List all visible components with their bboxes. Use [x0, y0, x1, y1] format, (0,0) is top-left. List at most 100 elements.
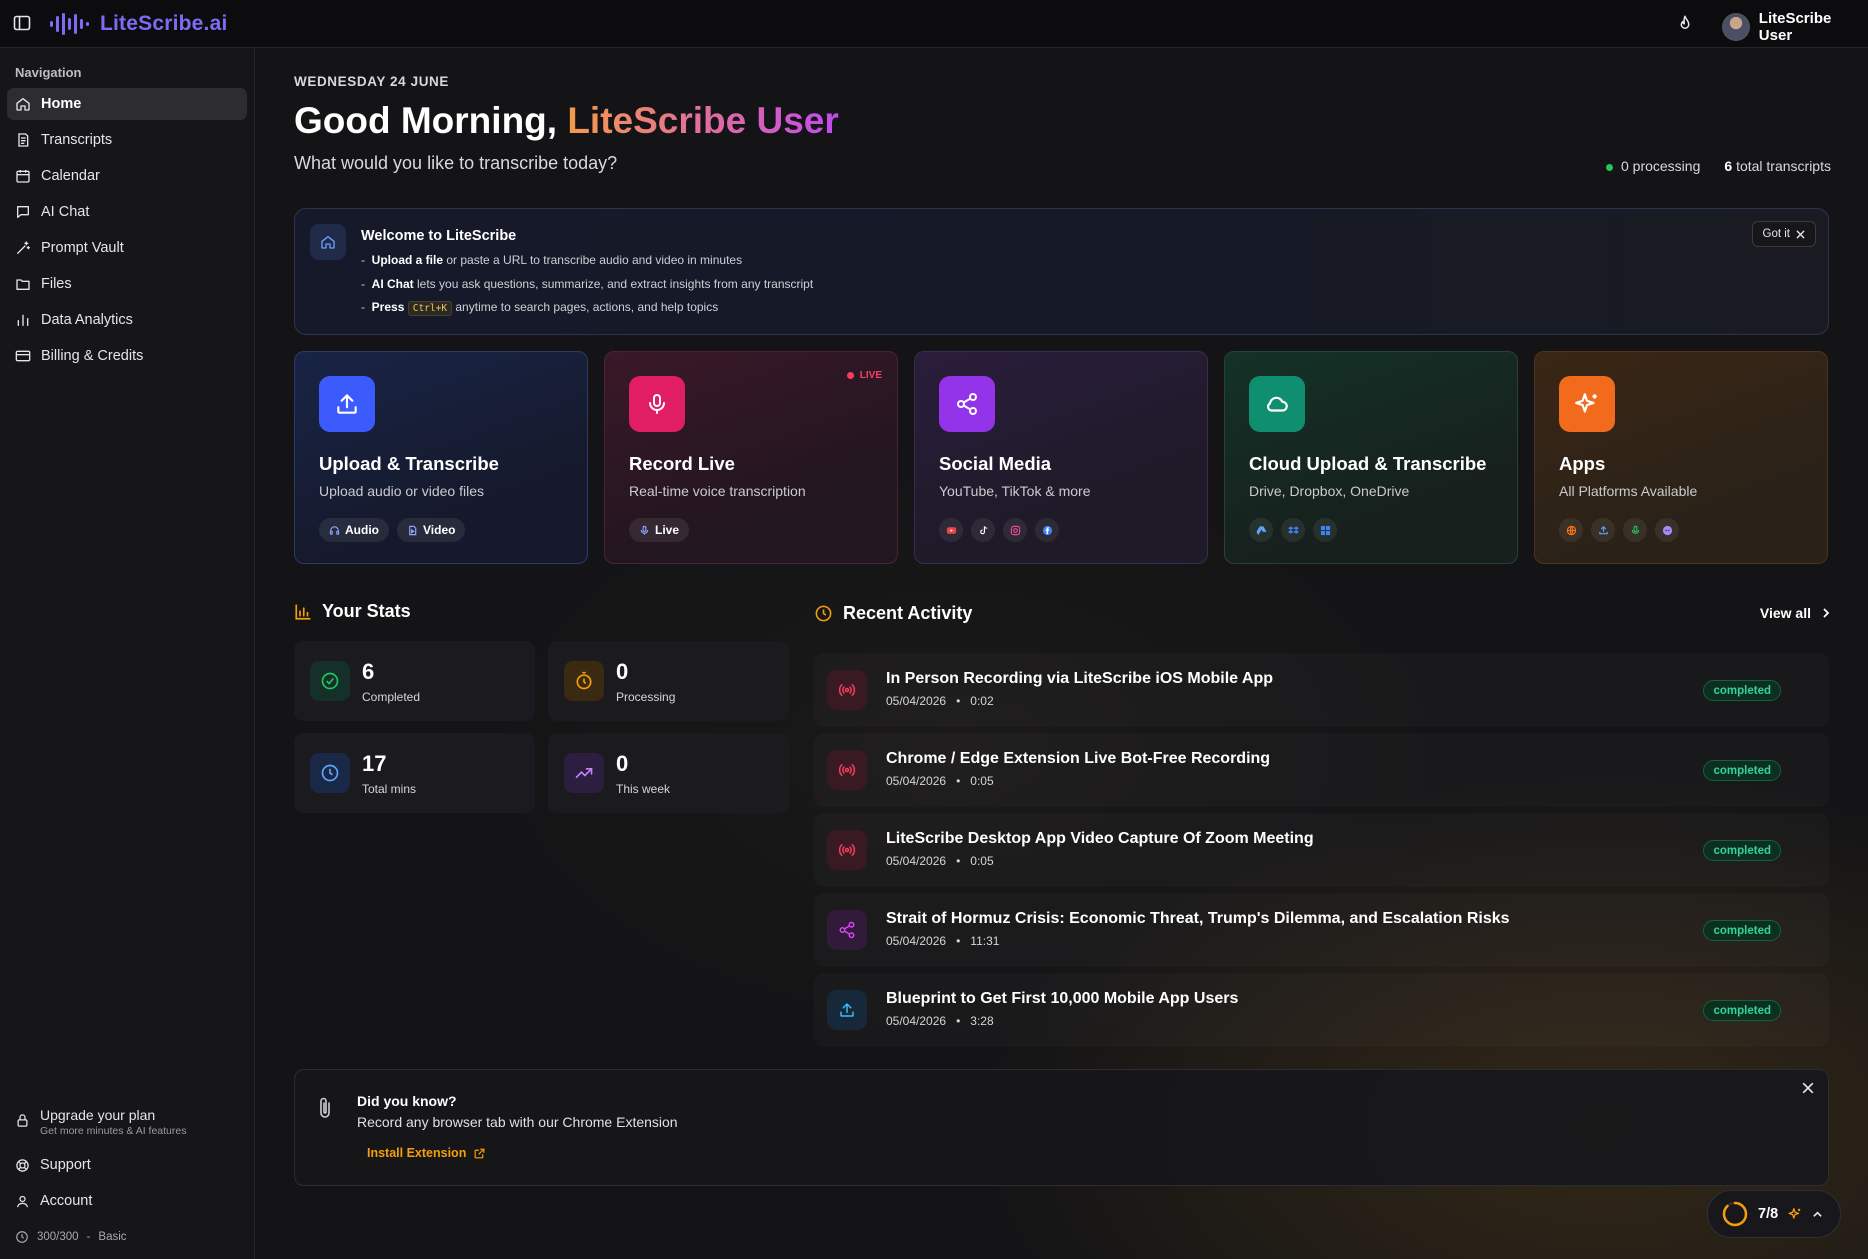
web-icon[interactable]: [1559, 518, 1583, 542]
activity-meta: 05/04/2026 • 0:02: [886, 694, 994, 708]
dropbox-icon[interactable]: [1281, 518, 1305, 542]
transcripts-icon: [18, 133, 29, 147]
google-drive-icon[interactable]: [1249, 518, 1273, 542]
close-icon[interactable]: [1802, 1082, 1814, 1094]
stat-label: This week: [616, 782, 671, 796]
onboarding-progress-widget[interactable]: 7/8: [1707, 1190, 1841, 1238]
clock-icon: [321, 764, 339, 782]
facebook-icon[interactable]: [1035, 518, 1059, 542]
brand-logo[interactable]: LiteScribe.ai: [50, 12, 227, 36]
youtube-icon[interactable]: [939, 518, 963, 542]
upgrade-plan-link[interactable]: Upgrade your plan Get more minutes & AI …: [15, 1107, 186, 1137]
home-icon: [321, 236, 335, 249]
apps-card[interactable]: Apps All Platforms Available: [1534, 351, 1828, 564]
welcome-item-text: or paste a URL to transcribe audio and v…: [443, 253, 743, 267]
instagram-icon[interactable]: [1003, 518, 1027, 542]
activity-row[interactable]: Chrome / Edge Extension Live Bot-Free Re…: [814, 733, 1829, 807]
sparkles-icon-box: [1559, 376, 1615, 432]
sidebar-item-calendar[interactable]: Calendar: [7, 160, 247, 192]
activity-row[interactable]: LiteScribe Desktop App Video Capture Of …: [814, 813, 1829, 887]
flame-icon[interactable]: [1676, 14, 1694, 32]
bar-chart-icon: [295, 603, 311, 620]
stat-value: 0: [616, 751, 629, 776]
microphone-icon: [640, 525, 649, 535]
record-live-card[interactable]: LIVE Record Live Real-time voice transcr…: [604, 351, 898, 564]
cloud-upload-card[interactable]: Cloud Upload & Transcribe Drive, Dropbox…: [1224, 351, 1518, 564]
sidebar-item-transcripts[interactable]: Transcripts: [7, 124, 247, 156]
credit-card-icon: [15, 350, 31, 362]
chip-label: Video: [423, 523, 456, 537]
install-extension-link[interactable]: Install Extension: [367, 1146, 486, 1160]
activity-row[interactable]: Blueprint to Get First 10,000 Mobile App…: [814, 973, 1829, 1047]
onedrive-icon[interactable]: [1313, 518, 1337, 542]
broadcast-icon: [838, 764, 856, 776]
chat-icon: [17, 206, 29, 218]
sidebar-item-label: AI Chat: [41, 204, 90, 220]
upgrade-subtitle: Get more minutes & AI features: [40, 1125, 187, 1137]
cloud-icon: [1267, 396, 1288, 412]
activity-title: Chrome / Edge Extension Live Bot-Free Re…: [886, 750, 1271, 767]
sidebar-item-prompt-vault[interactable]: Prompt Vault: [7, 232, 247, 264]
mic-icon-box: [629, 376, 685, 432]
sparkles-icon: [1575, 393, 1597, 413]
sidebar-item-billing[interactable]: Billing & Credits: [7, 340, 247, 372]
calendar-icon: [16, 170, 30, 183]
file-video-icon: [409, 525, 417, 535]
action-cards: Upload & Transcribe Upload audio or vide…: [294, 351, 1828, 564]
support-link[interactable]: Support: [15, 1157, 91, 1173]
activity-row[interactable]: In Person Recording via LiteScribe iOS M…: [814, 653, 1829, 727]
card-description: All Platforms Available: [1559, 483, 1698, 499]
account-link[interactable]: Account: [15, 1193, 92, 1209]
share-icon-box: [939, 376, 995, 432]
sidebar-item-label: Data Analytics: [41, 312, 133, 328]
stats-title: Your Stats: [322, 601, 411, 621]
sidebar-item-label: Calendar: [41, 168, 100, 184]
nav-title: Navigation: [15, 65, 82, 80]
keyboard-shortcut: Ctrl+K: [407, 301, 453, 316]
install-extension-label: Install Extension: [367, 1146, 467, 1160]
welcome-item-bold: Upload a file: [371, 253, 444, 267]
activity-duration: 3:28: [970, 1014, 994, 1028]
sidebar-item-label: Transcripts: [41, 132, 113, 148]
activity-duration: 0:05: [970, 774, 994, 788]
card-title: Cloud Upload & Transcribe: [1249, 453, 1487, 474]
social-media-card[interactable]: Social Media YouTube, TikTok & more: [914, 351, 1208, 564]
stat-total-mins: 17 Total mins: [294, 733, 535, 813]
sidebar-item-home[interactable]: Home: [7, 88, 247, 120]
status-badge: completed: [1703, 680, 1781, 701]
stat-processing: 0 Processing: [548, 641, 789, 721]
discord-icon[interactable]: [1655, 518, 1679, 542]
welcome-item: - AI Chat lets you ask questions, summar…: [361, 276, 814, 291]
sidebar-item-ai-chat[interactable]: AI Chat: [7, 196, 247, 228]
bar-chart-icon: [17, 314, 29, 326]
stat-value: 17: [362, 751, 387, 776]
card-description: Upload audio or video files: [319, 483, 484, 499]
dismiss-welcome-button[interactable]: Got it: [1751, 221, 1816, 247]
sidebar-item-data-analytics[interactable]: Data Analytics: [7, 304, 247, 336]
sidebar: Navigation Home Transcripts Calendar AI …: [0, 48, 255, 1259]
microphone-icon[interactable]: [1623, 518, 1647, 542]
timer-icon-box: [564, 661, 604, 701]
video-chip[interactable]: Video: [397, 518, 466, 542]
activity-duration: 0:05: [970, 854, 994, 868]
clock-icon: [16, 1231, 28, 1243]
sidebar-item-files[interactable]: Files: [7, 268, 247, 300]
tiktok-icon[interactable]: [971, 518, 995, 542]
check-circle-icon: [321, 672, 339, 690]
external-link-icon: [474, 1148, 485, 1158]
user-menu[interactable]: LiteScribe User: [1722, 10, 1868, 44]
status-dot: [1605, 164, 1613, 171]
upload-icon[interactable]: [1591, 518, 1615, 542]
upload-transcribe-card[interactable]: Upload & Transcribe Upload audio or vide…: [294, 351, 588, 564]
card-chips: Live: [629, 518, 690, 542]
progress-ring: [1722, 1201, 1748, 1227]
view-all-link[interactable]: View all: [1760, 605, 1831, 621]
live-chip[interactable]: Live: [629, 518, 690, 542]
activity-duration: 0:02: [970, 694, 994, 708]
activity-date: 05/04/2026: [886, 774, 947, 788]
audio-chip[interactable]: Audio: [319, 518, 389, 542]
activity-row[interactable]: Strait of Hormuz Crisis: Economic Threat…: [814, 893, 1829, 967]
sidebar-toggle-icon[interactable]: [13, 14, 31, 32]
chevron-right-icon: [1823, 608, 1830, 618]
activity-title: Strait of Hormuz Crisis: Economic Threat…: [886, 910, 1510, 927]
